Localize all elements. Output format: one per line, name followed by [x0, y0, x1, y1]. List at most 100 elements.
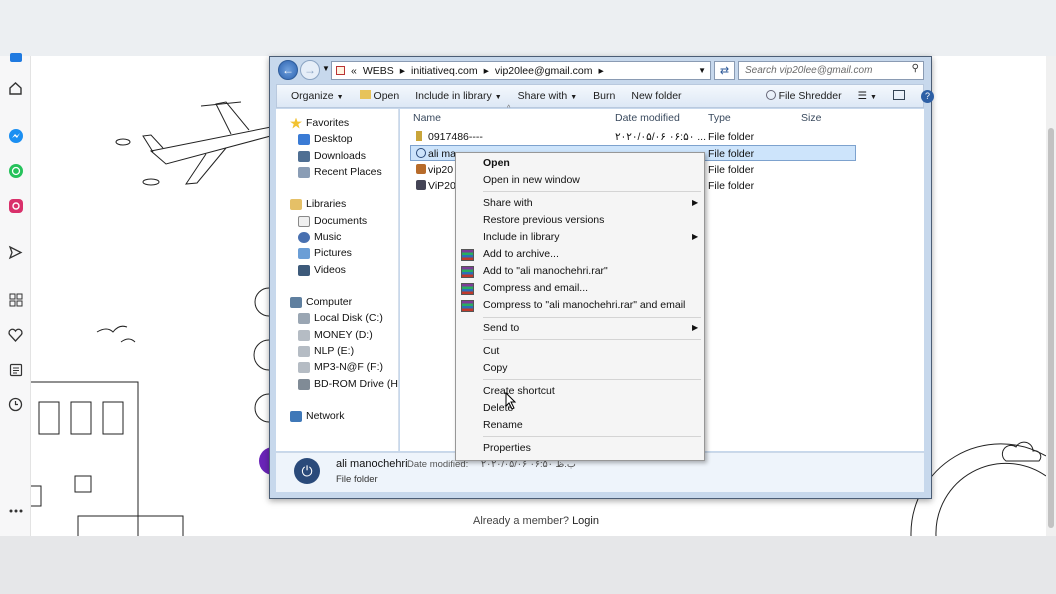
menu-separator: [483, 339, 701, 340]
crumb-email[interactable]: vip20lee@gmail.com: [495, 65, 593, 77]
login-link[interactable]: Login: [572, 515, 599, 527]
menu-send-to[interactable]: Send to: [483, 322, 519, 334]
search-icon[interactable]: ⚲: [912, 63, 919, 74]
address-prefix[interactable]: «: [351, 65, 357, 77]
refresh-icon: ⇄: [719, 65, 730, 77]
drive-icon: [298, 345, 310, 357]
col-size[interactable]: Size: [801, 112, 821, 124]
menu-separator: [483, 436, 701, 437]
network-icon: [290, 410, 302, 422]
include-in-library-button[interactable]: Include in library ▼: [407, 90, 509, 102]
nav-label: Computer: [306, 296, 353, 308]
nav-label: Downloads: [314, 150, 366, 162]
nav-label: Desktop: [314, 133, 353, 145]
preview-pane-button[interactable]: [885, 89, 913, 103]
nav-downloads[interactable]: Downloads: [298, 148, 366, 164]
menu-cut[interactable]: Cut: [483, 345, 499, 357]
clock-icon[interactable]: [7, 396, 24, 413]
star-icon: [290, 117, 302, 129]
nav-music[interactable]: Music: [298, 229, 341, 245]
whatsapp-icon[interactable]: [7, 162, 24, 179]
messenger-icon[interactable]: [7, 127, 24, 144]
more-icon[interactable]: [7, 502, 24, 519]
nav-libraries[interactable]: Libraries: [290, 196, 346, 212]
app-icon[interactable]: [7, 48, 24, 65]
crumb-initiativeq[interactable]: initiativeq.com: [411, 65, 478, 77]
menu-open-new-window[interactable]: Open in new window: [483, 174, 580, 186]
col-type[interactable]: Type: [708, 112, 731, 124]
crumb-separator-icon[interactable]: ▸: [484, 65, 489, 77]
command-bar: Organize ▼ Open Include in library ▼ Share…: [276, 84, 934, 108]
file-shredder-button[interactable]: File Shredder: [758, 90, 850, 102]
organize-label: Organize: [291, 90, 334, 102]
nav-label: BD-ROM Drive (H:) F: [314, 378, 398, 390]
nav-documents[interactable]: Documents: [298, 213, 367, 229]
nav-local-disk[interactable]: Local Disk (C:): [298, 310, 383, 326]
heart-icon[interactable]: [7, 326, 24, 343]
refresh-button[interactable]: ⇄: [714, 61, 735, 80]
nav-favorites[interactable]: Favorites: [290, 115, 349, 131]
folder-power-icon: [416, 148, 426, 158]
help-button[interactable]: ?: [913, 89, 942, 103]
nav-bdrom-drive[interactable]: BD-ROM Drive (H:) F: [298, 376, 398, 392]
scrollbar-thumb[interactable]: [1048, 128, 1054, 528]
notes-icon[interactable]: [7, 361, 24, 378]
view-options-button[interactable]: ☰ ▼: [850, 90, 885, 102]
back-button[interactable]: ←: [278, 60, 298, 80]
nav-nlp-drive[interactable]: NLP (E:): [298, 343, 354, 359]
power-folder-icon: ⏻: [294, 458, 320, 484]
drive-icon: [298, 361, 310, 373]
nav-recent-places[interactable]: Recent Places: [298, 164, 382, 180]
menu-add-to-rar[interactable]: Add to "ali manochehri.rar": [483, 265, 608, 277]
member-text: Already a member?: [473, 515, 569, 527]
winrar-icon: [461, 266, 474, 278]
nav-videos[interactable]: Videos: [298, 262, 346, 278]
menu-restore-previous[interactable]: Restore previous versions: [483, 214, 604, 226]
dropdown-caret-icon: ▼: [570, 94, 578, 101]
send-icon[interactable]: [7, 244, 24, 261]
context-menu: Open Open in new window Share with ▶ Res…: [455, 152, 705, 461]
share-with-button[interactable]: Share with ▼: [510, 90, 586, 102]
nav-mp3-drive[interactable]: MP3-N@F (F:): [298, 359, 383, 375]
new-folder-button[interactable]: New folder: [623, 90, 689, 102]
nav-computer[interactable]: Computer: [290, 294, 352, 310]
nav-desktop[interactable]: Desktop: [298, 131, 353, 147]
menu-share-with[interactable]: Share with: [483, 197, 533, 209]
forward-button[interactable]: →: [300, 60, 320, 80]
recent-pages-chevron-icon[interactable]: ▼: [322, 64, 330, 73]
nav-pictures[interactable]: Pictures: [298, 245, 352, 261]
file-name: vip20: [428, 164, 454, 176]
address-dropdown-icon[interactable]: ▼: [698, 66, 706, 75]
open-button[interactable]: Open: [352, 90, 408, 102]
crumb-separator-icon[interactable]: ▸: [598, 65, 603, 77]
crumb-webs[interactable]: WEBS: [363, 65, 394, 77]
crumb-separator-icon[interactable]: ▸: [400, 65, 405, 77]
search-placeholder: Search vip20lee@gmail.com: [745, 65, 873, 76]
home-icon[interactable]: [7, 80, 24, 97]
page-scrollbar[interactable]: [1046, 56, 1056, 536]
organize-button[interactable]: Organize ▼: [277, 90, 352, 102]
nav-money-drive[interactable]: MONEY (D:): [298, 327, 373, 343]
col-name[interactable]: Name: [413, 112, 441, 124]
menu-separator: [483, 379, 701, 380]
menu-open[interactable]: Open: [483, 157, 510, 169]
menu-add-to-archive[interactable]: Add to archive...: [483, 248, 559, 260]
search-input[interactable]: Search vip20lee@gmail.com ⚲: [738, 61, 924, 80]
apps-icon[interactable]: [7, 291, 24, 308]
menu-rename[interactable]: Rename: [483, 419, 523, 431]
instagram-icon[interactable]: [7, 197, 24, 214]
col-date-modified[interactable]: Date modified: [615, 112, 680, 124]
nav-label: Pictures: [314, 247, 352, 259]
nav-network[interactable]: Network: [290, 408, 345, 424]
burn-button[interactable]: Burn: [585, 90, 623, 102]
menu-properties[interactable]: Properties: [483, 442, 531, 454]
menu-compress-and-email[interactable]: Compress and email...: [483, 282, 588, 294]
address-box[interactable]: « WEBS ▸ initiativeq.com ▸ vip20lee@gmai…: [331, 61, 711, 80]
menu-create-shortcut[interactable]: Create shortcut: [483, 385, 555, 397]
file-row[interactable]: 0917486---- ۲۰۲۰/۰۵/۰۶ ۰۶:۵۰ ... File fo…: [410, 129, 856, 145]
file-name: 0917486----: [428, 131, 483, 143]
menu-compress-rar-email[interactable]: Compress to "ali manochehri.rar" and ema…: [483, 299, 685, 311]
desktop-icon: [298, 133, 310, 145]
menu-copy[interactable]: Copy: [483, 362, 508, 374]
menu-include-in-library[interactable]: Include in library: [483, 231, 559, 243]
